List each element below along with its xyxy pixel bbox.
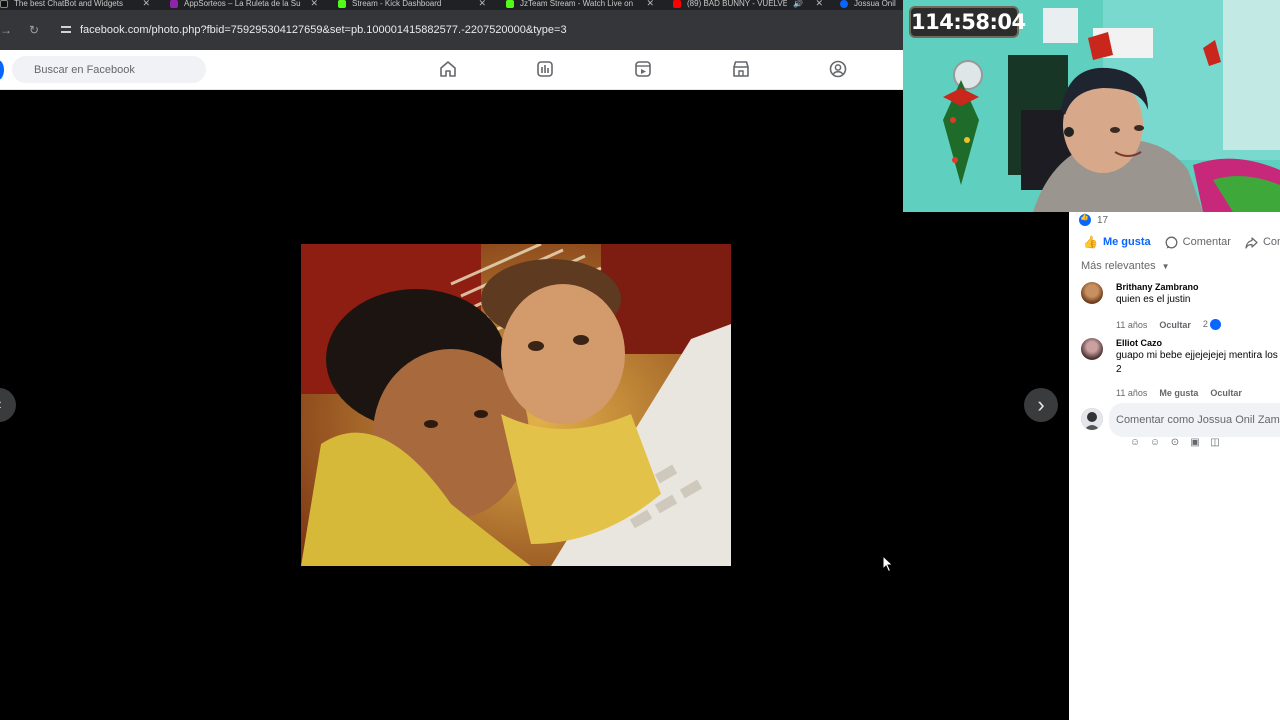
tab-audio-icon[interactable]: 🔊 — [793, 0, 803, 8]
reaction-count: 17 — [1097, 214, 1109, 226]
tab-close-icon[interactable]: ✕ — [310, 0, 318, 9]
browser-tab[interactable]: (89) BAD BUNNY - VUELVE 🔊 ✕ — [673, 0, 823, 10]
comment-meta: 11 años Me gusta Ocultar — [1116, 388, 1242, 398]
tab-close-icon[interactable]: ✕ — [646, 0, 654, 9]
tab-title: The best ChatBot and Widgets — [14, 0, 123, 8]
comment-label: Comentar — [1182, 236, 1231, 248]
tab-favicon-icon — [338, 0, 346, 8]
photo-image — [301, 244, 731, 566]
groups-icon[interactable] — [828, 59, 848, 79]
tab-favicon-icon — [0, 0, 8, 8]
home-icon[interactable] — [438, 59, 458, 79]
comments-panel: 17 👍 Me gusta Comentar Com Más relevante… — [1069, 212, 1280, 720]
browser-tab[interactable]: Jossua Onil — [840, 0, 910, 10]
like-label: Me gusta — [1102, 236, 1151, 248]
tab-title: Jossua Onil — [854, 0, 896, 8]
avatar-sticker-icon[interactable]: ☺ — [1129, 437, 1141, 449]
like-button[interactable]: 👍 Me gusta — [1083, 235, 1151, 249]
comment-text: guapo mi bebe ejjejejejej mentira los 2 — [1116, 350, 1278, 375]
reels-icon[interactable] — [633, 59, 653, 79]
next-photo-button[interactable]: › — [1024, 388, 1058, 422]
thumbs-up-icon: 👍 — [1083, 235, 1098, 249]
tab-favicon-icon — [506, 0, 514, 8]
site-settings-icon[interactable] — [60, 24, 72, 36]
tab-favicon-icon — [170, 0, 178, 8]
forward-icon[interactable]: → — [0, 23, 12, 37]
reload-icon[interactable]: ↻ — [24, 23, 44, 37]
browser-tab[interactable]: Stream - Kick Dashboard ✕ — [338, 0, 486, 10]
tab-close-icon[interactable]: ✕ — [815, 0, 823, 9]
reactions-summary[interactable]: 17 — [1079, 213, 1109, 226]
mouse-cursor-icon — [882, 555, 894, 573]
tab-title: JzTeam Stream - Watch Live on — [520, 0, 634, 8]
marketplace-icon[interactable] — [731, 59, 751, 79]
sticker-icon[interactable]: ◫ — [1209, 437, 1221, 449]
video-icon[interactable] — [535, 59, 555, 79]
tab-close-icon[interactable]: ✕ — [142, 0, 150, 9]
chevron-left-icon: ‹ — [0, 396, 2, 414]
browser-tab[interactable]: JzTeam Stream - Watch Live on ✕ — [506, 0, 654, 10]
url-field[interactable]: facebook.com/photo.php?fbid=759295304127… — [80, 24, 567, 36]
emoji-icon[interactable]: ☺ — [1149, 437, 1161, 449]
gif-icon[interactable]: ▣ — [1189, 437, 1201, 449]
webcam-overlay: 114:58:04 — [903, 0, 1280, 212]
tab-favicon-icon — [840, 0, 848, 8]
camera-icon[interactable]: ⊙ — [1169, 437, 1181, 449]
screen: The best ChatBot and Widgets ✕ AppSorteo… — [0, 0, 1280, 720]
comment-likes[interactable]: 2 — [1202, 319, 1221, 331]
comment-like-count: 2 — [1202, 319, 1208, 329]
comment-author[interactable]: Elliot Cazo — [1116, 338, 1280, 348]
stream-timer: 114:58:04 — [909, 6, 1026, 38]
like-reaction-icon — [1209, 319, 1221, 331]
browser-tab[interactable]: AppSorteos – La Ruleta de la Su ✕ — [170, 0, 318, 10]
share-button[interactable]: Com — [1245, 236, 1280, 249]
comment-bubble: Elliot Cazo guapo mi bebe ejjejejejej me… — [1116, 338, 1280, 377]
sort-label: Más relevantes — [1081, 260, 1156, 272]
tab-title: (89) BAD BUNNY - VUELVE — [687, 0, 787, 8]
avatar — [1081, 408, 1103, 430]
tab-favicon-icon — [673, 0, 681, 8]
comment-like-button[interactable]: Me gusta — [1159, 388, 1198, 398]
comment-author[interactable]: Brithany Zambrano — [1116, 282, 1280, 292]
caret-down-icon: ▼ — [1161, 262, 1170, 271]
hide-button[interactable]: Ocultar — [1159, 320, 1191, 330]
comment-text: quien es el justin — [1116, 294, 1191, 305]
composer-tools: ☺ ☺ ⊙ ▣ ◫ — [1129, 437, 1221, 449]
share-icon — [1245, 236, 1258, 249]
photo[interactable] — [301, 244, 731, 566]
comment-input[interactable] — [1109, 403, 1280, 437]
address-bar: → ↻ facebook.com/photo.php?fbid=75929530… — [0, 10, 905, 50]
tab-close-icon[interactable]: ✕ — [478, 0, 486, 9]
comment-meta: 11 años Ocultar 2 — [1116, 319, 1221, 331]
tab-title: Stream - Kick Dashboard — [352, 0, 442, 8]
tab-title: AppSorteos – La Ruleta de la Su — [184, 0, 301, 8]
comment-bubble: Brithany Zambrano quien es el justin — [1116, 282, 1280, 307]
comment-time[interactable]: 11 años — [1116, 388, 1147, 398]
post-actions: 👍 Me gusta Comentar Com — [1083, 234, 1280, 250]
comment-time[interactable]: 11 años — [1116, 320, 1147, 330]
comment-icon — [1165, 236, 1178, 248]
share-label: Com — [1262, 236, 1280, 248]
browser-tab[interactable]: The best ChatBot and Widgets ✕ — [0, 0, 150, 10]
previous-photo-button[interactable]: ‹ — [0, 388, 16, 422]
user-avatar-image — [1081, 408, 1103, 430]
facebook-header — [0, 50, 905, 90]
search-box[interactable] — [12, 56, 206, 83]
search-input[interactable] — [34, 63, 194, 76]
comment-sort-dropdown[interactable]: Más relevantes ▼ — [1081, 260, 1170, 272]
facebook-logo-icon[interactable] — [0, 60, 4, 80]
hide-button[interactable]: Ocultar — [1210, 388, 1242, 398]
chevron-right-icon: › — [1037, 392, 1045, 417]
avatar[interactable] — [1081, 282, 1103, 304]
avatar[interactable] — [1081, 338, 1103, 360]
like-reaction-icon — [1079, 213, 1091, 226]
comment-button[interactable]: Comentar — [1165, 236, 1231, 249]
